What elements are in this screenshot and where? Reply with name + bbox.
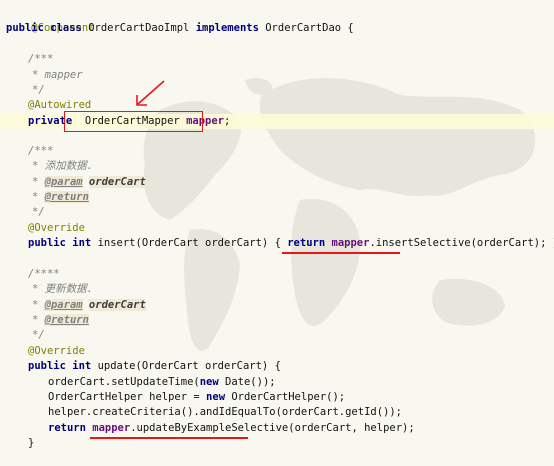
highlight-box (64, 111, 203, 132)
code-editor[interactable]: @Component public class OrderCartDaoImpl… (0, 0, 554, 466)
comment-text: * 添加数据. (32, 160, 93, 172)
class-annotation: @Component (31, 22, 95, 34)
comment-open: /**** (28, 268, 60, 280)
class-declaration: public class OrderCartDaoImpl implements… (6, 22, 354, 34)
javadoc-return-line: * @return (32, 191, 89, 203)
closing-brace: } (28, 437, 35, 449)
underline-mark (90, 437, 248, 439)
comment-open: /*** (28, 145, 54, 157)
underline-mark (282, 252, 400, 254)
comment-close: */ (32, 206, 45, 218)
update-method-signature: public int update(OrderCart orderCart) { (28, 360, 281, 372)
insert-method: public int insert(OrderCart orderCart) {… (28, 237, 554, 249)
javadoc-param-line: * @param orderCart (32, 299, 146, 311)
javadoc-param-line: * @param orderCart (32, 176, 146, 188)
comment-text: * mapper (32, 69, 83, 81)
code-line: helper.createCriteria().andIdEqualTo(ord… (48, 406, 403, 418)
comment-close: */ (32, 84, 45, 96)
code-line: OrderCartHelper helper = new OrderCartHe… (48, 391, 346, 403)
override-annotation: @Override (28, 222, 85, 234)
override-annotation: @Override (28, 345, 85, 357)
code-line: orderCart.setUpdateTime(new Date()); (48, 376, 276, 388)
arrow-icon (136, 80, 165, 106)
comment-text: * 更新数据. (32, 283, 93, 295)
comment-close: */ (32, 329, 45, 341)
javadoc-return-line: * @return (32, 314, 89, 326)
comment-open: /*** (28, 53, 54, 65)
code-line: return mapper.updateByExampleSelective(o… (48, 422, 415, 434)
